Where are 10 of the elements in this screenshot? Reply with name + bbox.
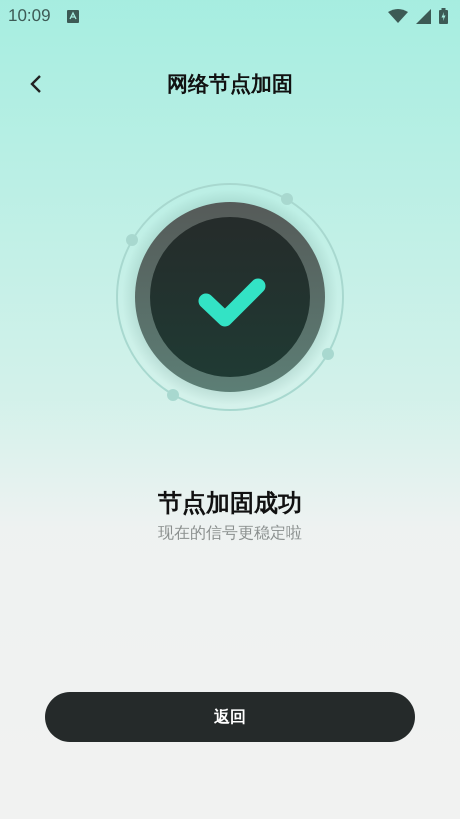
return-button[interactable]: 返回 bbox=[45, 692, 415, 742]
battery-icon bbox=[439, 8, 448, 24]
result-subtitle: 现在的信号更稳定啦 bbox=[158, 523, 302, 544]
status-time: 10:09 bbox=[8, 6, 51, 26]
page-title: 网络节点加固 bbox=[166, 71, 294, 98]
keyboard-icon bbox=[66, 10, 79, 22]
signal-icon bbox=[416, 8, 431, 24]
result-title: 节点加固成功 bbox=[158, 488, 302, 519]
wifi-icon bbox=[388, 9, 408, 23]
back-icon[interactable] bbox=[30, 74, 42, 94]
